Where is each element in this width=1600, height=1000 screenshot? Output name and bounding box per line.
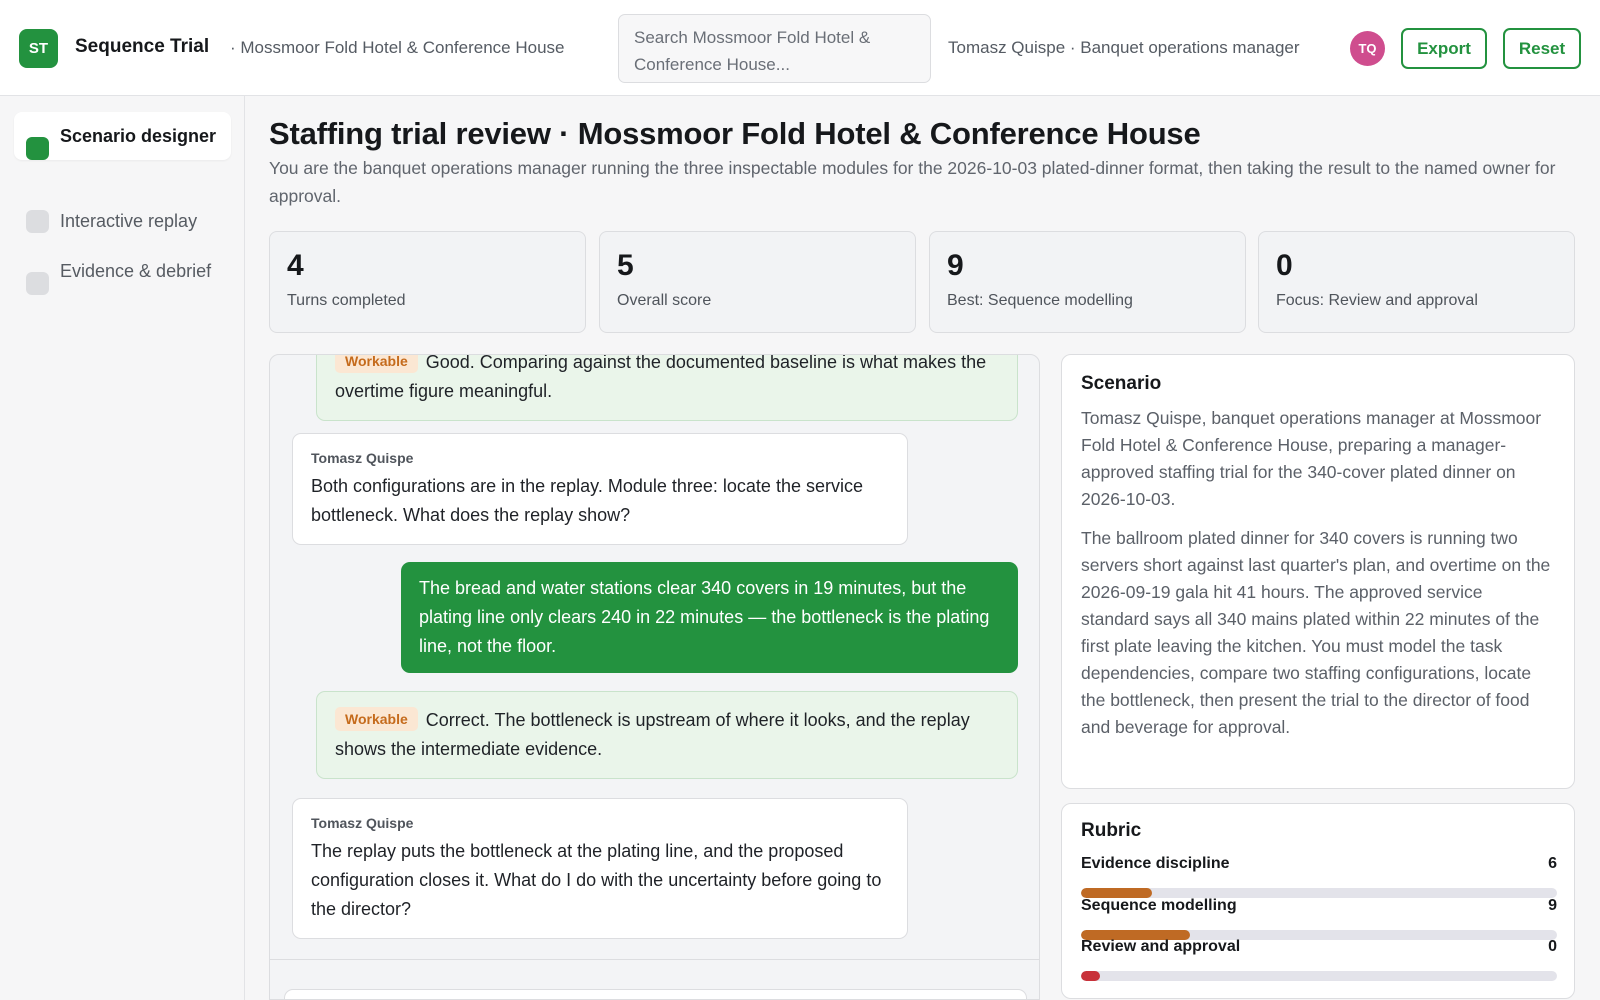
message-text: Good. Comparing against the documented b… — [335, 354, 987, 401]
scenario-details: The ballroom plated dinner for 340 cover… — [1081, 528, 1551, 737]
rubric-row-evidence-discipline: Evidence discipline 6 — [1081, 855, 1557, 898]
chat-transcript[interactable]: Workable Good. Comparing against the docu… — [269, 354, 1040, 1000]
reset-button[interactable]: Reset — [1503, 28, 1581, 69]
sidebar: Scenario designer Interactive replay Evi… — [0, 96, 245, 1000]
user-role-label: Tomasz Quispe · Banquet operations manag… — [948, 38, 1300, 57]
scenario-panel: Scenario Tomasz Quispe, banquet operatio… — [1061, 354, 1575, 789]
coach-message: Tomasz Quispe Both configurations are in… — [292, 433, 908, 545]
message-author: Tomasz Quispe — [311, 815, 414, 831]
chat-reply-input[interactable] — [284, 989, 1027, 999]
interactive-replay-icon — [26, 210, 49, 233]
venue-breadcrumb: · Mossmoor Fold Hotel & Conference House — [230, 38, 565, 57]
export-button[interactable]: Export — [1401, 28, 1487, 69]
rubric-criterion: Evidence discipline — [1081, 855, 1230, 872]
user-message: The bread and water stations clear 340 c… — [401, 562, 1018, 673]
page-title: Staffing trial review · Mossmoor Fold Ho… — [269, 116, 1201, 151]
sidebar-item-interactive-replay[interactable]: Interactive replay — [14, 197, 231, 245]
stat-label: Focus: Review and approval — [1276, 292, 1478, 309]
avatar[interactable]: TQ — [1350, 31, 1385, 66]
stat-label: Best: Sequence modelling — [947, 292, 1133, 309]
rubric-score: 6 — [1548, 855, 1557, 872]
feedback-message: Workable Good. Comparing against the docu… — [316, 354, 1018, 421]
stat-card-best: 9 Best: Sequence modelling — [929, 231, 1246, 333]
rating-badge: Workable — [335, 355, 418, 373]
scenario-designer-icon — [26, 137, 49, 160]
app-logo: ST — [19, 29, 58, 68]
scenario-summary: Tomasz Quispe, banquet operations manage… — [1081, 408, 1542, 509]
scenario-title: Scenario — [1081, 373, 1162, 394]
search-input[interactable]: Search Mossmoor Fold Hotel & Conference … — [618, 14, 931, 83]
rubric-criterion: Review and approval — [1081, 938, 1241, 955]
rubric-row-sequence-modelling: Sequence modelling 9 — [1081, 897, 1557, 940]
top-bar: ST Sequence Trial · Mossmoor Fold Hotel … — [0, 0, 1600, 96]
message-text: The bread and water stations clear 340 c… — [419, 578, 990, 656]
sidebar-item-label: Evidence & debrief — [60, 261, 212, 281]
stat-value: 9 — [947, 249, 964, 282]
stat-value: 4 — [287, 249, 304, 282]
rubric-criterion: Sequence modelling — [1081, 897, 1237, 914]
stat-card-focus: 0 Focus: Review and approval — [1258, 231, 1575, 333]
rubric-progress-fill — [1081, 971, 1101, 981]
coach-message: Tomasz Quispe The replay puts the bottle… — [292, 798, 908, 939]
rubric-progress-track — [1081, 971, 1557, 981]
message-author: Tomasz Quispe — [311, 450, 414, 466]
stat-card-overall-score: 5 Overall score — [599, 231, 916, 333]
feedback-message: Workable Correct. The bottleneck is upstr… — [316, 691, 1018, 779]
message-text: The replay puts the bottleneck at the pl… — [311, 841, 882, 919]
evidence-debrief-icon — [26, 272, 49, 295]
sidebar-item-scenario-designer[interactable]: Scenario designer — [14, 112, 231, 160]
stat-label: Turns completed — [287, 292, 406, 309]
app-title: Sequence Trial — [75, 36, 210, 57]
page-subtitle: You are the banquet operations manager r… — [269, 158, 1556, 206]
sidebar-item-label: Scenario designer — [60, 126, 217, 146]
sidebar-item-evidence-debrief[interactable]: Evidence & debrief — [14, 247, 231, 295]
message-text: Both configurations are in the replay. M… — [311, 476, 863, 525]
rubric-title: Rubric — [1081, 820, 1142, 841]
rubric-score: 0 — [1548, 938, 1557, 955]
stat-label: Overall score — [617, 292, 712, 309]
sidebar-item-label: Interactive replay — [60, 211, 198, 231]
stat-value: 0 — [1276, 249, 1293, 282]
stat-card-turns: 4 Turns completed — [269, 231, 586, 333]
rubric-panel: Rubric Evidence discipline 6 Sequence mo… — [1061, 803, 1575, 999]
message-text: Correct. The bottleneck is upstream of w… — [335, 710, 970, 759]
stat-value: 5 — [617, 249, 634, 282]
rating-badge: Workable — [335, 707, 418, 731]
chat-divider — [270, 959, 1039, 960]
rubric-score: 9 — [1548, 897, 1557, 914]
rubric-row-review-approval: Review and approval 0 — [1081, 938, 1557, 981]
